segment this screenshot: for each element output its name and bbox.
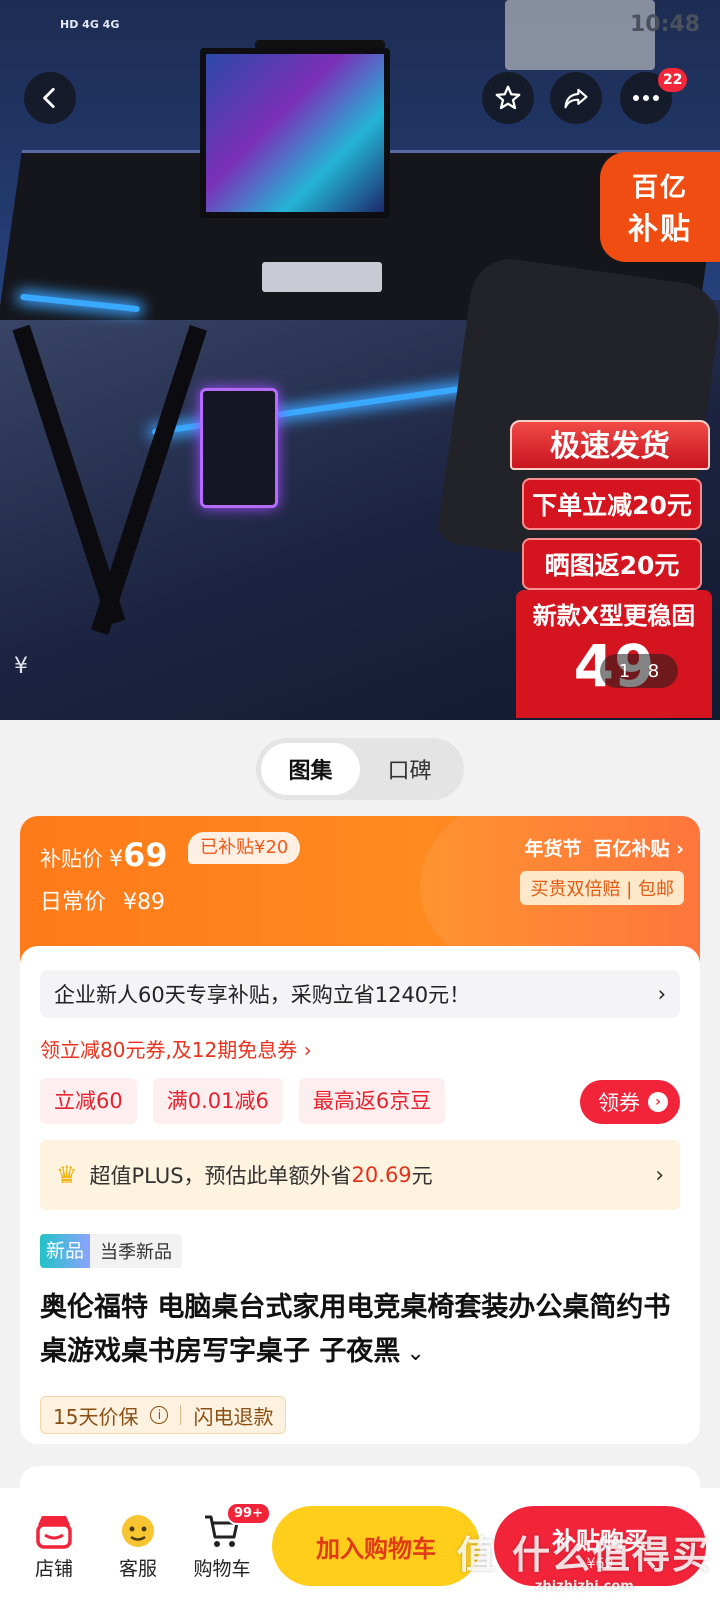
gallery-keyboard <box>262 262 382 292</box>
subsidy-brand-row: 年货节 百亿补贴 › <box>520 834 685 861</box>
more-badge: 22 <box>658 68 688 92</box>
daily-price-row: 日常价 ¥89 <box>40 884 165 916</box>
plus-unit: 元 <box>411 1164 433 1188</box>
enterprise-subsidy-bar[interactable]: 企业新人60天专享补贴，采购立省1240元！ › <box>40 970 680 1018</box>
cart-button[interactable]: 99+ 购物车 <box>180 1501 271 1581</box>
plus-amount: 20.69 <box>351 1163 412 1187</box>
gallery-tab-switch: 图集 口碑 <box>256 738 464 800</box>
status-time: 10:48 <box>629 11 700 37</box>
currency-symbol: ¥ <box>109 847 123 872</box>
customer-service-button[interactable]: 客服 <box>96 1508 180 1581</box>
image-counter-total: 8 <box>647 660 660 682</box>
customer-service-label: 客服 <box>118 1557 157 1580</box>
image-counter: 1 8 <box>600 654 678 688</box>
coupon-link[interactable]: 领立减80元券,及12期免息券 › <box>40 1034 312 1063</box>
enterprise-subsidy-text: 企业新人60天专享补贴，采购立省1240元！ <box>54 983 471 1007</box>
status-bar: HD 4G 4G 10:48 <box>60 4 700 44</box>
watermark-url: zhizhizhi.com <box>534 1579 634 1594</box>
add-to-cart-button[interactable]: 加入购物车 <box>272 1506 480 1586</box>
new-product-tag: 新品 当季新品 <box>40 1234 183 1268</box>
back-arrow-icon <box>43 87 55 109</box>
share-icon <box>564 88 588 109</box>
guarantee-tag: 买贵双倍赔 | 包邮 <box>520 871 684 905</box>
gallery-monitor <box>200 48 390 218</box>
chevron-right-icon: › <box>648 1092 668 1112</box>
cart-badge: 99+ <box>226 1501 271 1525</box>
yen-mark: ¥ <box>14 654 28 679</box>
subsidy-price-label: 补贴价 <box>40 847 103 871</box>
store-icon <box>33 1508 75 1554</box>
cart-label: 购物车 <box>193 1557 251 1580</box>
subsidy-corner-badge: 百亿 补贴 <box>600 152 720 262</box>
share-button[interactable] <box>550 72 602 124</box>
subsidy-brand[interactable]: 年货节 百亿补贴 › 买贵双倍赔 | 包邮 <box>520 834 684 905</box>
subsidy-badge-line2: 补贴 <box>628 211 692 247</box>
more-dots-icon <box>633 95 659 101</box>
customer-service-icon <box>117 1508 159 1554</box>
star-icon <box>495 85 521 110</box>
service-price-protect: 15天价保 <box>53 1404 139 1429</box>
subsidized-tag: 已补贴¥20 <box>188 832 301 864</box>
discount-chip[interactable]: 满0.01减6 <box>152 1078 283 1124</box>
store-button[interactable]: 店铺 <box>12 1508 96 1581</box>
subsidy-badge-line1: 百亿 <box>631 172 688 203</box>
chevron-down-icon: ⌄ <box>406 1341 425 1366</box>
tab-reviews[interactable]: 口碑 <box>360 743 459 795</box>
product-title[interactable]: 奥伦福特 电脑桌台式家用电竞桌椅套装办公桌简约书桌游戏桌书房写字桌子 子夜黑 ⌄ <box>40 1286 680 1376</box>
promo-title: 极速发货 <box>510 420 710 470</box>
plus-savings-bar[interactable]: ♛ 超值PLUS，预估此单额外省 20.69 元 › <box>40 1140 680 1210</box>
discount-chip[interactable]: 最高返6京豆 <box>298 1078 446 1124</box>
discount-chips: 立减60 满0.01减6 最高返6京豆 <box>40 1078 446 1124</box>
daily-price-label: 日常价 <box>40 890 107 915</box>
promo-tagline: 新款X型更稳固 <box>532 602 696 630</box>
promo-item: 晒图返20元 <box>522 538 702 590</box>
crown-icon: ♛ <box>56 1161 78 1189</box>
get-coupon-label: 领券 <box>598 1091 640 1115</box>
gallery-pc-case <box>200 388 278 508</box>
get-coupon-button[interactable]: 领券 › <box>580 1080 680 1124</box>
festival-label: 年货节 <box>524 838 582 860</box>
subsidy-price: 69 <box>123 836 168 874</box>
promo-item: 下单立减20元 <box>522 478 702 530</box>
product-gallery[interactable]: HD 4G 4G 10:48 22 百亿 补贴 极速发货 下单立减20元 晒图返… <box>0 0 720 720</box>
chevron-right-icon: › <box>655 1162 664 1188</box>
service-fast-refund: 闪电退款 <box>193 1404 274 1429</box>
new-badge: 新品 <box>40 1234 91 1268</box>
back-button[interactable] <box>24 72 76 124</box>
plus-text: 超值PLUS，预估此单额外省 <box>89 1164 352 1188</box>
daily-price: ¥89 <box>123 890 166 915</box>
watermark-logo: 值 什么值得买 <box>456 1533 712 1577</box>
service-guarantees[interactable]: 15天价保 i 闪电退款 <box>40 1396 287 1434</box>
product-title-text: 奥伦福特 电脑桌台式家用电竞桌椅套装办公桌简约书桌游戏桌书房写字桌子 子夜黑 <box>40 1292 671 1367</box>
site-watermark: 值 什么值得买 zhizhizhi.com <box>457 1524 712 1594</box>
new-badge-text: 当季新品 <box>100 1242 173 1263</box>
status-network: HD 4G 4G <box>60 17 120 31</box>
discount-chip[interactable]: 立减60 <box>40 1078 137 1124</box>
subsidy-price-row: 补贴价 ¥ 69 <box>40 836 168 874</box>
store-label: 店铺 <box>34 1557 73 1580</box>
chevron-right-icon: › <box>676 838 684 860</box>
product-page: HD 4G 4G 10:48 22 百亿 补贴 极速发货 下单立减20元 晒图返… <box>0 0 720 1600</box>
brand-label: 百亿补贴 <box>593 838 670 860</box>
promo-column: 极速发货 下单立减20元 晒图返20元 <box>510 420 714 590</box>
tab-gallery[interactable]: 图集 <box>261 743 360 795</box>
info-icon: i <box>150 1406 169 1424</box>
image-counter-current: 1 <box>618 660 631 682</box>
product-info-card: 企业新人60天专享补贴，采购立省1240元！ › 领立减80元券,及12期免息券… <box>20 946 700 1444</box>
chevron-right-icon: › <box>657 982 666 1006</box>
favorite-button[interactable] <box>482 72 534 124</box>
